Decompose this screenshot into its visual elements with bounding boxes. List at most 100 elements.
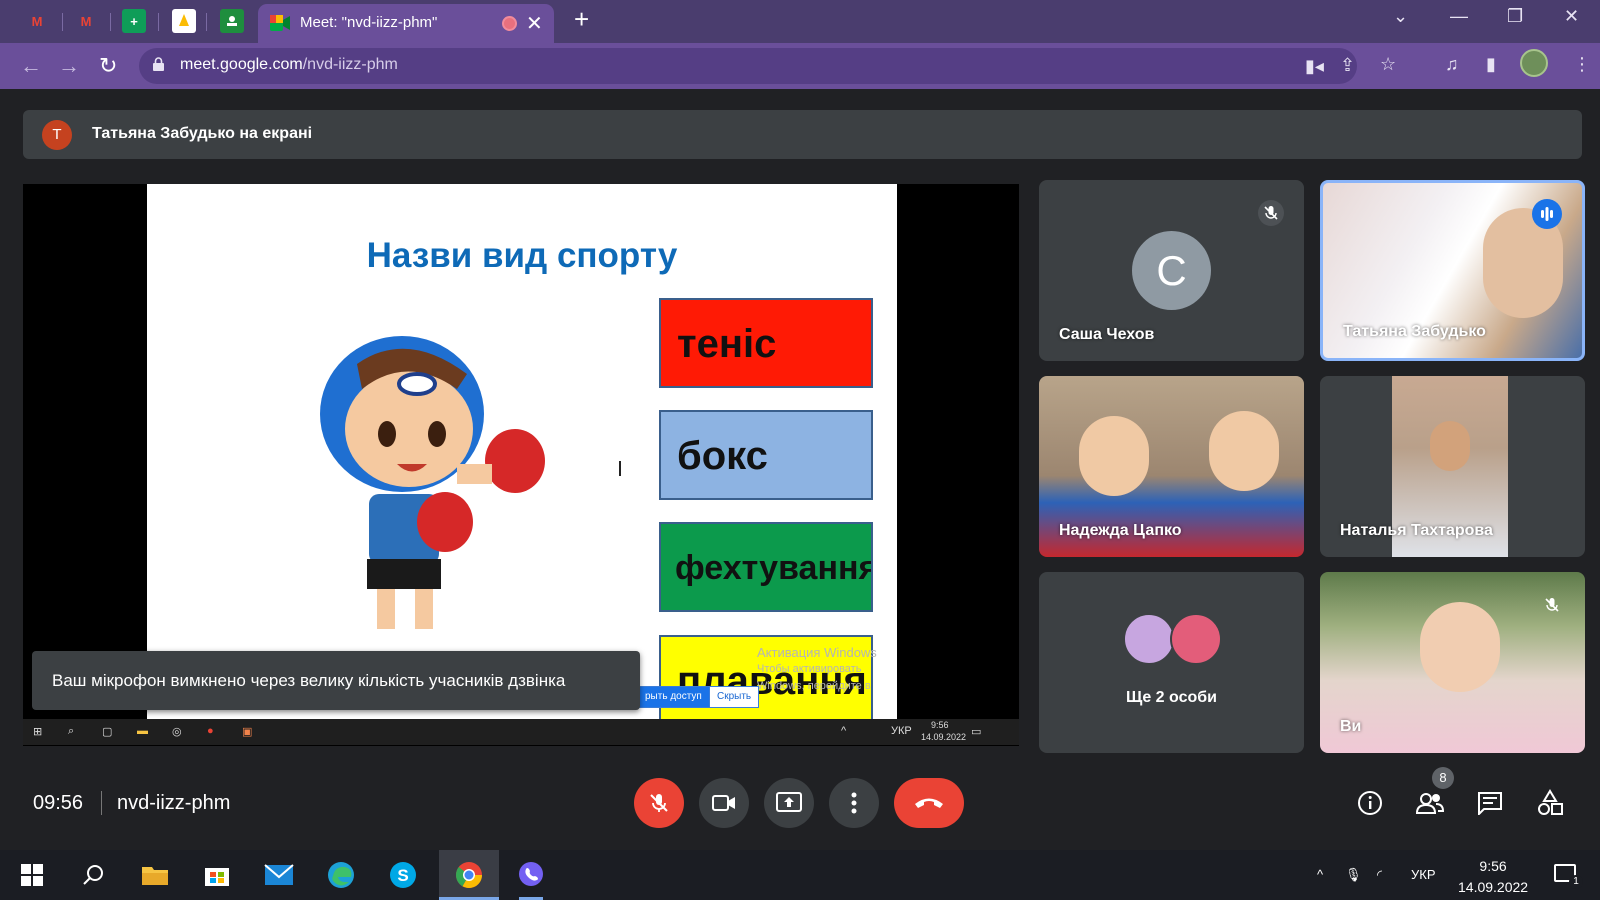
mail-button[interactable]	[263, 859, 295, 891]
taskbar-search-button[interactable]	[77, 859, 109, 891]
media-control-icon[interactable]: ♫	[1445, 54, 1459, 75]
participant-tile[interactable]: C Саша Чехов	[1039, 180, 1304, 361]
mic-muted-toast: Ваш мікрофон вимкнено через велику кільк…	[32, 651, 640, 710]
meeting-time: 09:56	[33, 792, 84, 814]
share-icon[interactable]: ⇪	[1340, 55, 1355, 76]
close-window-button[interactable]: ✕	[1564, 6, 1579, 27]
folder-icon	[142, 867, 168, 885]
chrome-icon: ●	[207, 725, 214, 737]
more-options-button[interactable]	[829, 778, 879, 828]
tab-search-chevron-icon[interactable]: ⌄	[1393, 6, 1408, 27]
browser-tab-strip: M M + Meet: "nvd-iizz-phm" ✕ + ⌄ — ❐ ✕	[0, 0, 1600, 43]
camera-in-use-icon[interactable]: ▮◂	[1305, 56, 1324, 77]
word-box-boxing: бокс	[659, 410, 873, 500]
gmail-icon[interactable]: M	[74, 9, 98, 33]
overflow-label: Ще 2 особи	[1126, 689, 1217, 706]
participant-tile[interactable]: Наталья Тахтарова	[1320, 376, 1585, 557]
presenter-avatar: T	[42, 120, 72, 150]
meeting-details-button[interactable]	[1355, 788, 1385, 818]
classroom-icon[interactable]	[220, 9, 244, 33]
tab-separator	[158, 13, 159, 31]
people-icon	[1415, 793, 1445, 814]
activities-button[interactable]	[1535, 788, 1565, 818]
people-button[interactable]	[1415, 788, 1445, 818]
chat-icon	[1478, 792, 1502, 815]
browser-menu-icon[interactable]: ⋮	[1573, 54, 1591, 75]
chrome-taskbar-button[interactable]	[439, 850, 499, 900]
more-vert-icon	[851, 792, 857, 814]
speaking-indicator-icon	[1532, 199, 1562, 229]
mail-icon	[264, 864, 294, 885]
close-tab-icon[interactable]: ✕	[526, 11, 543, 36]
address-bar[interactable]: meet.google.com/nvd-iizz-phm ▮◂ ⇪ ☆	[139, 48, 1396, 84]
people-count-badge: 8	[1432, 767, 1454, 789]
camera-toggle-button[interactable]	[699, 778, 749, 828]
mic-off-icon	[650, 794, 668, 812]
mic-off-icon	[1539, 592, 1565, 618]
keep-icon[interactable]	[172, 9, 196, 33]
side-panel-icon[interactable]: ▮	[1486, 54, 1496, 75]
file-explorer-button[interactable]	[139, 859, 171, 891]
participant-tile[interactable]: Надежда Цапко	[1039, 376, 1304, 557]
store-button[interactable]	[201, 859, 233, 891]
share-access-button: рыть доступ	[637, 686, 710, 708]
lock-icon	[153, 57, 164, 71]
participant-name: Надежда Цапко	[1059, 522, 1182, 539]
notification-count: 1	[1569, 875, 1583, 889]
windows-start-button[interactable]	[16, 859, 48, 891]
viber-icon	[519, 862, 543, 886]
network-icon[interactable]: ◜	[1377, 867, 1382, 883]
sheets-icon[interactable]: +	[122, 9, 146, 33]
tab-separator	[62, 13, 63, 31]
url-text: meet.google.com/nvd-iizz-phm	[180, 56, 398, 74]
reload-button[interactable]: ↻	[99, 53, 117, 79]
tray-chevron-icon[interactable]: ^	[1317, 867, 1323, 882]
mic-toggle-button[interactable]	[634, 778, 684, 828]
participant-video	[1079, 416, 1149, 496]
tab-title: Meet: "nvd-iizz-phm"	[300, 14, 438, 31]
word-box-tennis: теніс	[659, 298, 873, 388]
participant-tile-active-speaker[interactable]: Татьяна Забудько	[1320, 180, 1585, 361]
back-button[interactable]: ←	[20, 53, 42, 79]
profile-avatar[interactable]	[1520, 49, 1548, 77]
present-screen-icon	[776, 792, 802, 812]
leave-call-button[interactable]	[894, 778, 964, 828]
word-text: теніс	[677, 322, 777, 366]
present-screen-button[interactable]	[764, 778, 814, 828]
folder-icon: ▬	[137, 725, 148, 737]
tab-meet[interactable]: Meet: "nvd-iizz-phm" ✕	[258, 4, 554, 43]
bookmark-star-icon[interactable]: ☆	[1380, 54, 1396, 75]
windows-taskbar: S ^ 🎙 ◜ УКР 9:56 14.09.2022 1	[0, 850, 1600, 900]
participant-tile-overflow[interactable]: Ще 2 особи	[1039, 572, 1304, 753]
browser-toolbar: ← → ↻ meet.google.com/nvd-iizz-phm ▮◂ ⇪ …	[0, 43, 1600, 89]
participant-tile-self[interactable]: Ви	[1320, 572, 1585, 753]
new-tab-button[interactable]: +	[574, 4, 589, 35]
recording-indicator-icon	[502, 16, 517, 31]
participant-name: Ви	[1340, 718, 1362, 735]
tray-chevron-icon: ^	[841, 725, 847, 737]
participant-video	[1209, 411, 1279, 491]
hide-button: Скрыть	[709, 686, 760, 708]
chat-button[interactable]	[1475, 788, 1505, 818]
word-text: фехтування	[675, 549, 873, 587]
participant-name: Наталья Тахтарова	[1340, 522, 1493, 539]
watermark-line-1: Активация Windows	[757, 645, 877, 660]
microphone-tray-icon[interactable]: 🎙	[1345, 867, 1362, 883]
edge-button[interactable]	[325, 859, 357, 891]
restore-button[interactable]: ❐	[1507, 6, 1523, 27]
presenting-text: Татьяна Забудько на екрані	[92, 125, 313, 142]
minimize-button[interactable]: —	[1450, 6, 1468, 27]
forward-button[interactable]: →	[58, 53, 80, 79]
skype-button[interactable]: S	[387, 859, 419, 891]
hang-up-icon	[915, 798, 943, 808]
gmail-icon[interactable]: M	[25, 9, 49, 33]
participant-name: Татьяна Забудько	[1343, 323, 1486, 340]
viber-button[interactable]	[515, 859, 547, 900]
keyboard-language[interactable]: УКР	[1411, 867, 1436, 882]
system-clock[interactable]: 9:56 14.09.2022	[1458, 856, 1528, 898]
search-icon: ⌕	[68, 725, 75, 737]
watermark-line-2: Чтобы активировать Windows, перейдите в	[757, 663, 871, 692]
tab-separator	[110, 13, 111, 31]
slide-title: Назви вид спорту	[366, 236, 678, 275]
store-icon	[205, 868, 229, 886]
